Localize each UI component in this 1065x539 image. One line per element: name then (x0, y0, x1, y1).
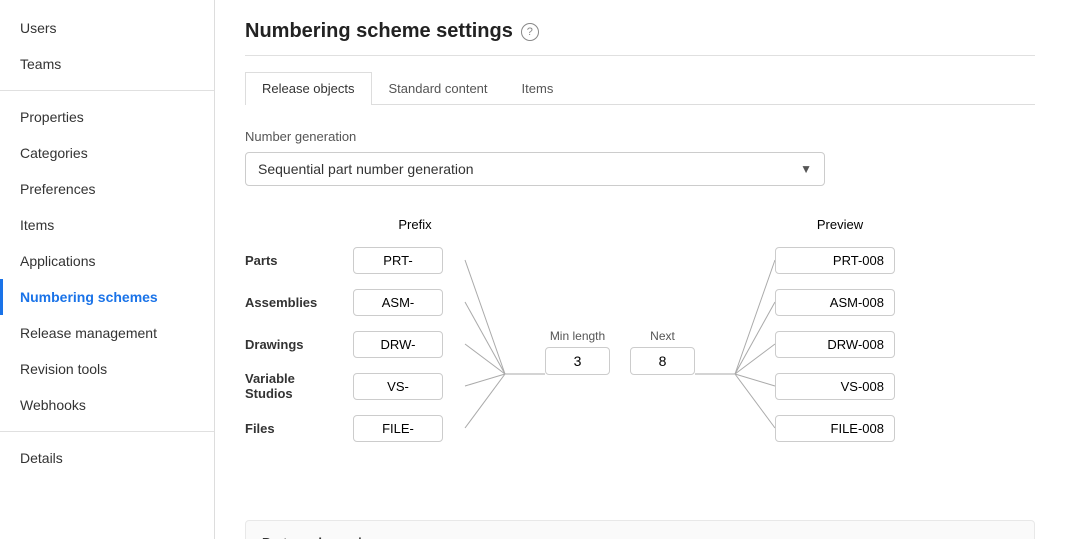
left-section: Prefix Parts Assemblies Drawings Variabl… (245, 210, 465, 444)
number-generation-dropdown[interactable]: Sequential part number generation ▼ (245, 152, 825, 186)
preview-parts (775, 244, 905, 276)
left-connector-svg (465, 244, 545, 504)
variable-studios-label: Variable Studios (245, 371, 345, 401)
drawings-label: Drawings (245, 337, 345, 352)
min-length-label: Min length (550, 329, 605, 343)
uniqueness-title: Part number uniqueness (262, 535, 1018, 539)
sidebar-item-release-management[interactable]: Release management (0, 315, 214, 351)
number-generation-section: Number generation Sequential part number… (245, 129, 1035, 186)
next-label: Next (650, 329, 675, 343)
sidebar-item-numbering-schemes[interactable]: Numbering schemes (0, 279, 214, 315)
preview-drawings (775, 328, 905, 360)
variable-studios-prefix-input[interactable] (353, 373, 443, 400)
row-variable-studios: Variable Studios (245, 370, 465, 402)
row-drawings: Drawings (245, 328, 465, 360)
sidebar-divider-1 (0, 90, 214, 91)
parts-label: Parts (245, 253, 345, 268)
sidebar-item-preferences[interactable]: Preferences (0, 171, 214, 207)
sidebar-item-properties[interactable]: Properties (0, 99, 214, 135)
prefix-col-header: Prefix (365, 217, 465, 232)
prefix-header-row: Prefix (245, 210, 465, 238)
tab-items[interactable]: Items (505, 72, 571, 104)
tab-release-objects[interactable]: Release objects (245, 72, 372, 105)
row-files: Files (245, 412, 465, 444)
preview-assemblies (775, 286, 905, 318)
row-assemblies: Assemblies (245, 286, 465, 318)
preview-files (775, 412, 905, 444)
preview-col-header: Preview (775, 217, 905, 232)
sidebar-item-users[interactable]: Users (0, 10, 214, 46)
main-content: Numbering scheme settings ? Release obje… (215, 0, 1065, 539)
tab-standard-content[interactable]: Standard content (372, 72, 505, 104)
uniqueness-section: Part number uniqueness All part numbers … (245, 520, 1035, 539)
preview-variable-studios (775, 370, 905, 402)
middle-section: Min length Next (545, 244, 695, 460)
assemblies-prefix-input[interactable] (353, 289, 443, 316)
sidebar-item-revision-tools[interactable]: Revision tools (0, 351, 214, 387)
files-preview (775, 415, 895, 442)
sidebar-item-categories[interactable]: Categories (0, 135, 214, 171)
number-generation-label: Number generation (245, 129, 1035, 144)
sidebar-item-items[interactable]: Items (0, 207, 214, 243)
parts-preview (775, 247, 895, 274)
min-length-input[interactable] (545, 347, 610, 375)
sidebar-divider-2 (0, 431, 214, 432)
sidebar-item-details[interactable]: Details (0, 440, 214, 476)
preview-header-row: Preview (775, 210, 905, 238)
tabs: Release objects Standard content Items (245, 72, 1035, 105)
help-icon[interactable]: ? (521, 23, 539, 41)
parts-prefix-input[interactable] (353, 247, 443, 274)
next-group: Next (630, 329, 695, 375)
row-parts: Parts (245, 244, 465, 276)
sidebar-item-applications[interactable]: Applications (0, 243, 214, 279)
sidebar-item-webhooks[interactable]: Webhooks (0, 387, 214, 423)
page-title: Numbering scheme settings (245, 20, 513, 43)
variable-studios-preview (775, 373, 895, 400)
page-title-row: Numbering scheme settings ? (245, 20, 1035, 56)
files-label: Files (245, 421, 345, 436)
numbering-layout: Prefix Parts Assemblies Drawings Variabl… (245, 210, 1035, 504)
right-connector-svg (695, 244, 775, 504)
assemblies-preview (775, 289, 895, 316)
right-section: Preview (775, 210, 905, 444)
next-input[interactable] (630, 347, 695, 375)
sidebar: Users Teams Properties Categories Prefer… (0, 0, 215, 539)
dropdown-arrow-icon: ▼ (800, 162, 812, 176)
files-prefix-input[interactable] (353, 415, 443, 442)
drawings-preview (775, 331, 895, 358)
min-length-group: Min length (545, 329, 610, 375)
sidebar-item-teams[interactable]: Teams (0, 46, 214, 82)
assemblies-label: Assemblies (245, 295, 345, 310)
drawings-prefix-input[interactable] (353, 331, 443, 358)
